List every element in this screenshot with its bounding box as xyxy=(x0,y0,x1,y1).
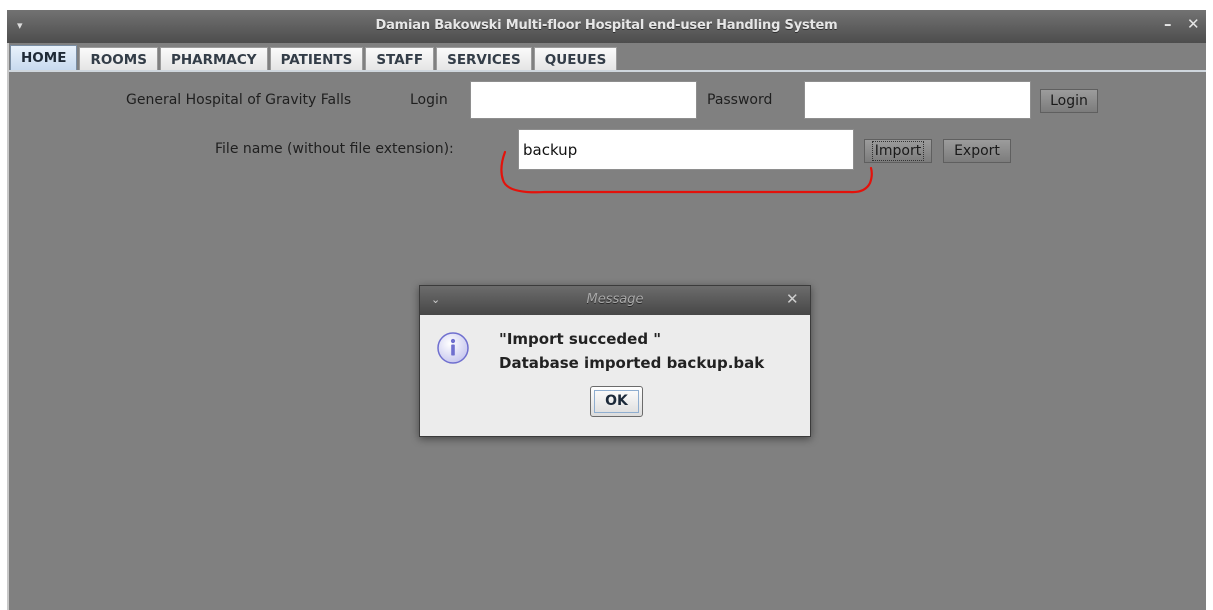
dialog-title: Message xyxy=(586,292,644,307)
info-icon xyxy=(437,332,469,364)
dialog-message-line1: "Import succeded " xyxy=(499,330,662,348)
tab-rooms[interactable]: ROOMS xyxy=(79,47,158,71)
login-label: Login xyxy=(410,92,448,108)
minimize-icon[interactable]: – xyxy=(1164,15,1172,33)
close-icon[interactable]: ✕ xyxy=(1187,15,1200,33)
tab-staff[interactable]: STAFF xyxy=(365,47,435,71)
tab-pharmacy[interactable]: PHARMACY xyxy=(159,47,268,71)
password-input[interactable] xyxy=(804,81,1031,119)
tab-strip: HOME ROOMS PHARMACY PATIENTS STAFF SERVI… xyxy=(10,45,619,71)
tab-home[interactable]: HOME xyxy=(10,45,78,71)
login-button[interactable]: Login xyxy=(1040,89,1098,113)
dialog-message-line2: Database imported backup.bak xyxy=(499,354,765,372)
app-root: ▾ Damian Bakowski Multi-floor Hospital e… xyxy=(0,0,1213,610)
annotation-bracket xyxy=(500,150,873,194)
window-titlebar[interactable]: ▾ Damian Bakowski Multi-floor Hospital e… xyxy=(7,10,1206,43)
login-input[interactable] xyxy=(470,81,697,119)
tab-services[interactable]: SERVICES xyxy=(436,47,532,71)
hospital-label: General Hospital of Gravity Falls xyxy=(126,92,352,108)
export-button-label: Export xyxy=(954,143,1000,159)
export-button[interactable]: Export xyxy=(943,139,1011,163)
file-name-label: File name (without file extension): xyxy=(215,141,454,157)
ok-button[interactable]: OK xyxy=(590,386,643,417)
ok-button-label: OK xyxy=(594,390,639,413)
dialog-close-icon[interactable]: ✕ xyxy=(786,290,799,308)
window-title: Damian Bakowski Multi-floor Hospital end… xyxy=(375,18,838,33)
tab-queues[interactable]: QUEUES xyxy=(533,47,618,71)
dialog-titlebar[interactable]: ⌄ Message ✕ xyxy=(420,286,810,315)
tab-divider xyxy=(9,70,1206,72)
password-label: Password xyxy=(707,92,773,108)
message-dialog[interactable]: ⌄ Message ✕ "Import succeded " Database … xyxy=(419,285,811,437)
tab-patients[interactable]: PATIENTS xyxy=(269,47,364,71)
login-button-label: Login xyxy=(1050,93,1088,109)
